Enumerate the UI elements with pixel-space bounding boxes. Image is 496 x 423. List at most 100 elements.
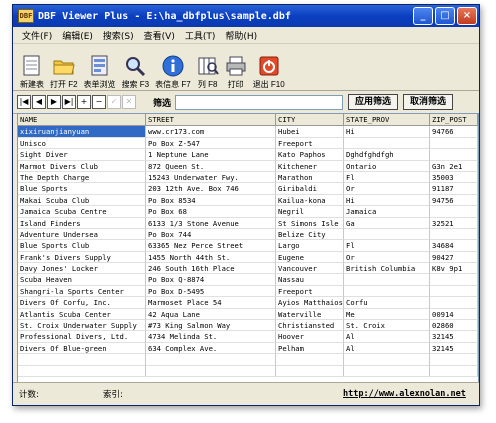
table-cell[interactable]: Negril [276,206,344,218]
menu-view[interactable]: 查看(V) [139,29,180,42]
table-cell[interactable] [344,274,430,286]
post-edit-button[interactable]: ✓ [107,95,121,109]
table-row[interactable]: Professional Divers, Ltd. 4734 Melinda St… [18,331,478,343]
column-header-state[interactable]: STATE_PROV [344,114,430,126]
table-cell[interactable]: 6133 1/3 Stone Avenue [146,217,276,229]
table-row[interactable]: Blue Sports 203 12th Ave. Box 746 Giribald… [18,183,478,195]
print-button[interactable]: 打印 [225,46,247,90]
table-cell[interactable] [430,285,478,298]
table-cell[interactable]: K8v 9p1 [430,263,478,275]
table-cell[interactable]: 32521 [430,217,478,229]
first-record-button[interactable]: |◀ [17,95,31,109]
table-cell[interactable]: Kailua-kona [276,194,344,207]
table-row[interactable]: Jamaica Scuba Centre Po Box 68 Negril Jamai… [18,206,478,218]
table-cell[interactable]: 91187 [430,183,478,195]
table-cell[interactable] [276,365,344,377]
table-cell[interactable]: 1 Neptune Lane [146,149,276,161]
exit-button[interactable]: 退出 F10 [253,46,285,90]
table-row[interactable]: St. Croix Underwater Supply #73 King Salm… [18,320,478,332]
prev-record-button[interactable]: ◀ [32,95,46,109]
table-cell[interactable]: Pelham [276,342,344,355]
table-row[interactable] [18,354,478,366]
table-cell[interactable]: Me [344,308,430,321]
table-cell[interactable]: Po Box Z-547 [146,137,276,150]
open-button[interactable]: 打开 F2 [50,46,78,90]
minimize-button[interactable]: _ [413,7,433,25]
data-grid[interactable]: NAME STREET CITY STATE_PROV ZIP_POST xix… [17,113,479,383]
table-cell[interactable] [430,274,478,286]
table-cell[interactable]: Freeport [276,285,344,298]
new-table-button[interactable]: 新建表 [20,46,44,90]
table-cell[interactable]: Ga [344,217,430,229]
table-cell[interactable]: Ontario [344,160,430,172]
table-cell[interactable] [430,137,478,150]
menu-help[interactable]: 帮助(H) [220,29,262,42]
table-cell[interactable]: www.cr173.com [146,126,276,138]
table-cell[interactable]: Christiansted [276,320,344,332]
table-cell[interactable]: G3n 2e1 [430,160,478,172]
table-row[interactable] [18,365,478,377]
table-cell[interactable]: 42 Aqua Lane [146,308,276,321]
table-cell[interactable]: 203 12th Ave. Box 746 [146,183,276,195]
form-browse-button[interactable]: 表单浏览 [84,46,116,90]
table-cell[interactable]: 634 Complex Ave. [146,342,276,355]
table-cell[interactable]: Po Box Q-8874 [146,274,276,286]
table-cell[interactable]: Kitchener [276,160,344,172]
table-cell[interactable]: Marmot Divers Club [18,160,146,172]
table-cell[interactable]: 63365 Nez Perce Street [146,240,276,252]
table-cell[interactable]: Al [344,331,430,343]
table-cell[interactable]: Blue Sports Club [18,240,146,252]
table-cell[interactable]: Waterville [276,308,344,321]
delete-record-button[interactable]: − [92,95,106,109]
table-row[interactable]: Divers Of Blue-green 634 Complex Ave. Pelh… [18,342,478,355]
table-row[interactable]: Adventure Undersea Po Box 744 Belize City [18,228,478,241]
next-record-button[interactable]: ▶ [47,95,61,109]
table-cell[interactable]: St. Croix Underwater Supply [18,320,146,332]
table-cell[interactable]: Al [344,342,430,355]
table-cell[interactable]: Eugene [276,251,344,264]
table-cell[interactable]: Nassau [276,274,344,286]
table-cell[interactable] [146,354,276,366]
table-cell[interactable]: British Columbia [344,263,430,275]
table-cell[interactable]: Po Box D-5495 [146,285,276,298]
table-cell[interactable]: Hubei [276,126,344,138]
table-cell[interactable] [344,365,430,377]
apply-filter-button[interactable]: 应用筛选 [348,94,399,110]
column-header-zip[interactable]: ZIP_POST [430,114,478,126]
table-cell[interactable]: Largo [276,240,344,252]
table-cell[interactable]: Po Box 744 [146,228,276,241]
table-cell[interactable]: 00914 [430,308,478,321]
table-row[interactable]: Island Finders 6133 1/3 Stone Avenue St Si… [18,217,478,229]
table-cell[interactable] [430,365,478,377]
table-cell[interactable]: 1455 North 44th St. [146,251,276,264]
table-cell[interactable]: 94756 [430,194,478,207]
table-cell[interactable]: Frank's Divers Supply [18,251,146,264]
table-row[interactable]: Davy Jones' Locker 246 South 16th Place Va… [18,263,478,275]
table-row[interactable]: Shangri-la Sports Center Po Box D-5495 Fre… [18,285,478,298]
table-row[interactable]: Frank's Divers Supply 1455 North 44th St.… [18,251,478,264]
table-cell[interactable] [430,297,478,309]
table-cell[interactable]: #73 King Salmon Way [146,320,276,332]
table-cell[interactable]: Sight Diver [18,149,146,161]
search-button[interactable]: 搜索 F3 [122,46,149,90]
table-cell[interactable]: Scuba Heaven [18,274,146,286]
table-cell[interactable] [430,206,478,218]
table-cell[interactable]: Corfu [344,297,430,309]
table-cell[interactable]: Fl [344,240,430,252]
table-cell[interactable]: Hi [344,126,430,138]
table-cell[interactable]: Fl [344,171,430,184]
table-cell[interactable]: 4734 Melinda St. [146,331,276,343]
table-cell[interactable]: Marmoset Place 54 [146,297,276,309]
column-header-name[interactable]: NAME [18,114,146,126]
table-cell[interactable]: Marathon [276,171,344,184]
column-header-city[interactable]: CITY [276,114,344,126]
column-header-street[interactable]: STREET [146,114,276,126]
table-cell[interactable] [344,354,430,366]
website-link[interactable]: http://www.alexnolan.net [343,389,473,399]
table-cell[interactable]: Jamaica Scuba Centre [18,206,146,218]
table-row[interactable]: Makai Scuba Club Po Box 8534 Kailua-kona Hi… [18,194,478,207]
table-info-button[interactable]: 表信息 F7 [155,46,191,90]
table-cell[interactable]: Belize City [276,228,344,241]
table-cell[interactable]: 15243 Underwater Fwy. [146,171,276,184]
cancel-edit-button[interactable]: ✕ [122,95,136,109]
